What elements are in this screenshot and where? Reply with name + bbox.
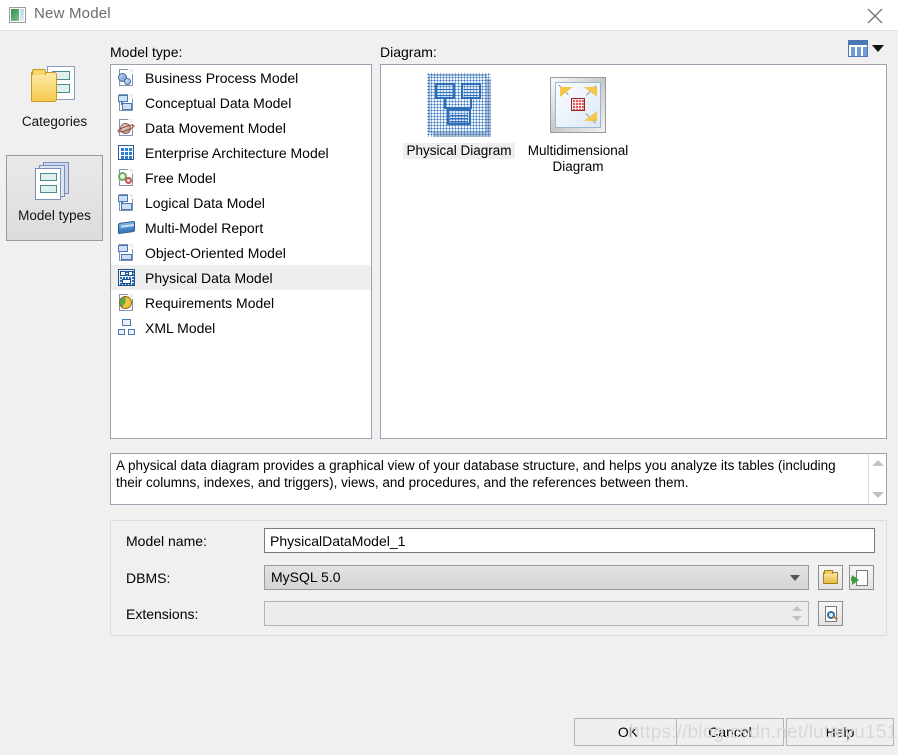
list-item-physical-data-model[interactable]: Physical Data Model bbox=[111, 265, 371, 290]
category-rail: Categories Model types bbox=[0, 38, 108, 638]
diagram-item-multidimensional[interactable]: Multidimensional Diagram bbox=[518, 73, 638, 176]
model-type-label: Model type: bbox=[110, 44, 183, 60]
list-item[interactable]: XML Model bbox=[111, 315, 371, 340]
list-item-label: Data Movement Model bbox=[145, 119, 286, 136]
list-item[interactable]: Multi-Model Report bbox=[111, 215, 371, 240]
list-item[interactable]: Business Process Model bbox=[111, 65, 371, 90]
categories-icon bbox=[30, 66, 79, 110]
title-bar: New Model bbox=[0, 0, 898, 31]
list-item-label: Enterprise Architecture Model bbox=[145, 144, 329, 161]
model-type-list[interactable]: Business Process Model Conceptual Data M… bbox=[110, 64, 372, 439]
new-model-dialog: New Model Categories Model types Model t bbox=[0, 0, 898, 755]
multi-model-report-icon bbox=[117, 218, 136, 237]
rail-item-model-types-label: Model types bbox=[18, 208, 91, 223]
folder-icon bbox=[823, 570, 838, 584]
business-process-model-icon bbox=[117, 68, 136, 87]
diagram-label: Diagram: bbox=[380, 44, 437, 60]
import-arrow-head-icon bbox=[852, 575, 859, 585]
logical-data-model-icon bbox=[117, 193, 136, 212]
view-mode-toggle[interactable] bbox=[848, 40, 884, 57]
physical-diagram-icon[interactable] bbox=[427, 73, 491, 137]
conceptual-data-model-icon bbox=[117, 93, 136, 112]
dbms-selected-value: MySQL 5.0 bbox=[271, 569, 341, 585]
help-button[interactable]: Help bbox=[786, 718, 894, 746]
spinner-down-arrow[interactable] bbox=[792, 616, 802, 621]
extensions-properties-button[interactable] bbox=[818, 601, 843, 626]
dbms-label: DBMS: bbox=[126, 570, 171, 586]
list-item-label: Free Model bbox=[145, 169, 216, 186]
dbms-browse-button[interactable] bbox=[818, 565, 843, 590]
physical-data-model-icon bbox=[117, 268, 136, 287]
chevron-down-icon[interactable] bbox=[790, 575, 800, 581]
rail-item-model-types[interactable]: Model types bbox=[6, 155, 103, 241]
list-item[interactable]: Enterprise Architecture Model bbox=[111, 140, 371, 165]
ok-button[interactable]: OK bbox=[574, 718, 682, 746]
cancel-button[interactable]: Cancel bbox=[676, 718, 784, 746]
rail-item-categories[interactable]: Categories bbox=[6, 60, 103, 129]
list-item-label: Requirements Model bbox=[145, 294, 275, 311]
model-name-input[interactable] bbox=[264, 528, 875, 553]
dbms-select[interactable]: MySQL 5.0 bbox=[264, 565, 809, 590]
xml-model-icon bbox=[117, 318, 136, 337]
rail-item-categories-label: Categories bbox=[21, 114, 88, 129]
list-item-label: Business Process Model bbox=[145, 69, 299, 86]
diagram-item-physical[interactable]: Physical Diagram bbox=[399, 73, 519, 160]
list-item[interactable]: Logical Data Model bbox=[111, 190, 371, 215]
description-text: A physical data diagram provides a graph… bbox=[116, 458, 836, 490]
multidimensional-diagram-icon[interactable] bbox=[546, 73, 610, 137]
extensions-input[interactable] bbox=[264, 601, 809, 626]
list-item[interactable]: Requirements Model bbox=[111, 290, 371, 315]
diagram-item-multidimensional-label: Multidimensional Diagram bbox=[527, 143, 629, 174]
list-item-label: Object-Oriented Model bbox=[145, 244, 286, 261]
list-item-label: Physical Data Model bbox=[145, 269, 273, 286]
list-item-label: Logical Data Model bbox=[145, 194, 265, 211]
model-name-label: Model name: bbox=[126, 533, 207, 549]
list-item[interactable]: Free Model bbox=[111, 165, 371, 190]
requirements-model-icon bbox=[117, 293, 136, 312]
model-types-icon bbox=[29, 162, 81, 204]
close-icon[interactable] bbox=[852, 0, 898, 31]
list-item[interactable]: Data Movement Model bbox=[111, 115, 371, 140]
object-oriented-model-icon bbox=[117, 243, 136, 262]
list-item-label: Multi-Model Report bbox=[145, 219, 264, 236]
new-model-icon bbox=[9, 7, 26, 23]
scroll-up-arrow[interactable] bbox=[872, 460, 884, 466]
grid-view-icon[interactable] bbox=[848, 40, 868, 57]
extensions-label: Extensions: bbox=[126, 606, 199, 622]
enterprise-architecture-model-icon bbox=[117, 143, 136, 162]
model-settings-group: Model name: DBMS: MySQL 5.0 Extensions: bbox=[110, 520, 887, 636]
list-item[interactable]: Conceptual Data Model bbox=[111, 90, 371, 115]
description-box: A physical data diagram provides a graph… bbox=[110, 453, 887, 505]
dbms-import-button[interactable] bbox=[849, 565, 874, 590]
chevron-down-icon[interactable] bbox=[872, 45, 884, 52]
diagram-panel[interactable]: Physical Diagram Multidimensional Diagra… bbox=[380, 64, 887, 439]
list-item[interactable]: Object-Oriented Model bbox=[111, 240, 371, 265]
window-title: New Model bbox=[34, 5, 111, 22]
diagram-item-physical-label: Physical Diagram bbox=[403, 143, 515, 159]
list-item-label: Conceptual Data Model bbox=[145, 94, 292, 111]
spinner-up-arrow[interactable] bbox=[792, 606, 802, 611]
free-model-icon bbox=[117, 168, 136, 187]
description-scrollbar[interactable] bbox=[868, 454, 886, 504]
list-item-label: XML Model bbox=[145, 319, 216, 336]
data-movement-model-icon bbox=[116, 118, 136, 137]
scroll-down-arrow[interactable] bbox=[872, 492, 884, 498]
